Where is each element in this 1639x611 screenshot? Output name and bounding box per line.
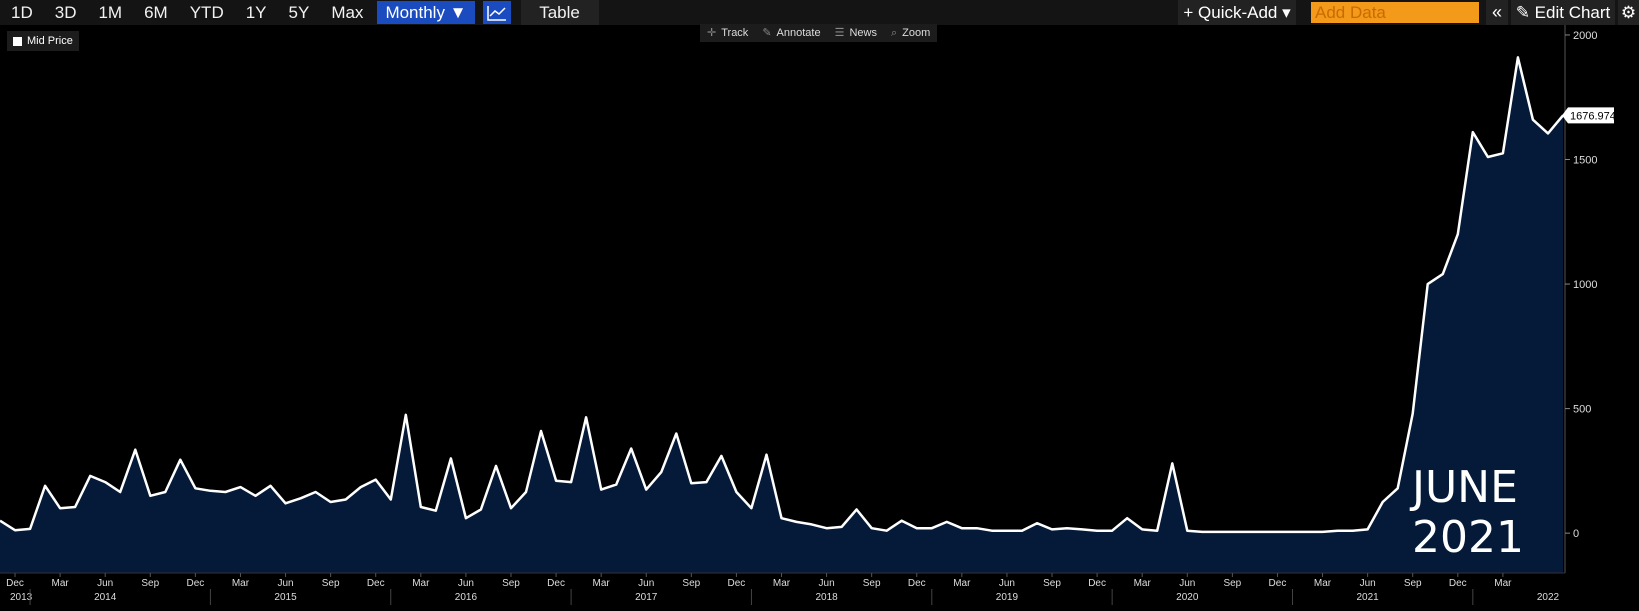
track-tool[interactable]: ✛ Track: [700, 24, 755, 42]
range-ytd-button[interactable]: YTD: [178, 0, 235, 25]
table-button[interactable]: Table: [520, 0, 599, 25]
x-month-label: Dec: [1088, 578, 1106, 589]
x-month-label: Sep: [682, 578, 700, 589]
x-month-label: Mar: [412, 578, 430, 589]
legend[interactable]: Mid Price: [7, 31, 79, 51]
x-month-label: Dec: [186, 578, 204, 589]
x-month-label: Sep: [322, 578, 340, 589]
x-month-label: Jun: [458, 578, 474, 589]
x-month-label: Mar: [1314, 578, 1332, 589]
last-value-label: 1676.974: [1570, 110, 1616, 122]
x-year-label: 2022: [1537, 592, 1560, 603]
zoom-tool[interactable]: ⌕ Zoom: [884, 24, 937, 42]
x-year-label: 2021: [1357, 592, 1380, 603]
price-line: [0, 56, 1564, 534]
x-year-label: 2016: [455, 592, 478, 603]
x-month-label: Jun: [1360, 578, 1376, 589]
news-tool[interactable]: ☰ News: [828, 24, 884, 42]
y-tick-label: 1000: [1573, 279, 1597, 291]
range-6m-button[interactable]: 6M: [133, 0, 179, 25]
gear-icon[interactable]: ⚙: [1618, 0, 1639, 25]
x-month-label: Jun: [1179, 578, 1195, 589]
x-month-label: Sep: [863, 578, 881, 589]
range-1y-button[interactable]: 1Y: [234, 0, 278, 25]
x-month-label: Mar: [593, 578, 611, 589]
legend-label: Mid Price: [27, 35, 73, 47]
news-icon: ☰: [834, 27, 845, 39]
chart-area[interactable]: 0 500 1000 1500 2000 1676.974 Dec Mar Jun Sep Dec…: [0, 0, 1639, 611]
add-data-input[interactable]: [1311, 2, 1479, 23]
line-chart-icon: [486, 5, 506, 21]
x-month-label: Jun: [999, 578, 1015, 589]
annotation-line1: JUNE: [1409, 462, 1518, 513]
x-month-label: Sep: [502, 578, 520, 589]
annotate-tool[interactable]: ✎ Annotate: [755, 24, 827, 42]
range-max-button[interactable]: Max: [320, 0, 375, 25]
x-month-label: Sep: [1043, 578, 1061, 589]
y-tick-label: 1500: [1573, 155, 1597, 167]
magnifier-icon: ⌕: [890, 27, 898, 39]
x-month-label: Mar: [1494, 578, 1512, 589]
range-3d-button[interactable]: 3D: [43, 0, 88, 25]
frequency-dropdown[interactable]: Monthly ▼: [377, 1, 475, 24]
range-1d-button[interactable]: 1D: [0, 0, 44, 25]
x-month-label: Dec: [1449, 578, 1467, 589]
x-year-label: 2015: [274, 592, 297, 603]
edit-chart-button[interactable]: ✎ Edit Chart: [1511, 0, 1615, 25]
x-month-label: Mar: [51, 578, 69, 589]
x-month-label: Jun: [277, 578, 293, 589]
x-month-label: Sep: [1404, 578, 1422, 589]
x-month-label: Dec: [1269, 578, 1287, 589]
y-tick-label: 0: [1573, 528, 1579, 540]
x-month-label: Dec: [6, 578, 24, 589]
x-month-label: Dec: [728, 578, 746, 589]
x-month-label: Sep: [1223, 578, 1241, 589]
chart-tools: ✛ Track ✎ Annotate ☰ News ⌕ Zoom: [700, 24, 938, 42]
x-axis-band: [0, 573, 1639, 611]
x-year-label: 2013: [10, 592, 33, 603]
range-5y-button[interactable]: 5Y: [277, 0, 321, 25]
collapse-icon[interactable]: «: [1486, 0, 1508, 25]
price-area: [0, 57, 1563, 573]
x-month-label: Jun: [97, 578, 113, 589]
legend-swatch: [13, 36, 22, 46]
crosshair-icon: ✛: [707, 27, 717, 39]
last-value-marker: [1562, 107, 1614, 124]
y-tick-label: 2000: [1573, 30, 1597, 42]
annotation-line2: 2021: [1412, 512, 1524, 563]
x-year-label: 2019: [996, 592, 1019, 603]
x-month-label: Jun: [819, 578, 835, 589]
x-month-label: Dec: [547, 578, 565, 589]
x-month-label: Jun: [638, 578, 654, 589]
pencil-icon: ✎: [762, 27, 772, 39]
x-year-label: 2018: [815, 592, 838, 603]
x-year-label: 2014: [94, 592, 117, 603]
chart-type-button[interactable]: [482, 1, 511, 24]
x-year-label: 2020: [1176, 592, 1199, 603]
x-month-label: Mar: [953, 578, 971, 589]
x-year-label: 2017: [635, 592, 658, 603]
x-month-label: Dec: [367, 578, 385, 589]
x-month-label: Sep: [141, 578, 159, 589]
x-month-label: Mar: [773, 578, 791, 589]
range-1m-button[interactable]: 1M: [87, 0, 134, 25]
quick-add-button[interactable]: + Quick-Add ▾: [1178, 0, 1296, 25]
x-month-label: Mar: [232, 578, 250, 589]
x-month-label: Dec: [908, 578, 926, 589]
y-tick-label: 500: [1573, 404, 1591, 416]
x-month-label: Mar: [1134, 578, 1152, 589]
